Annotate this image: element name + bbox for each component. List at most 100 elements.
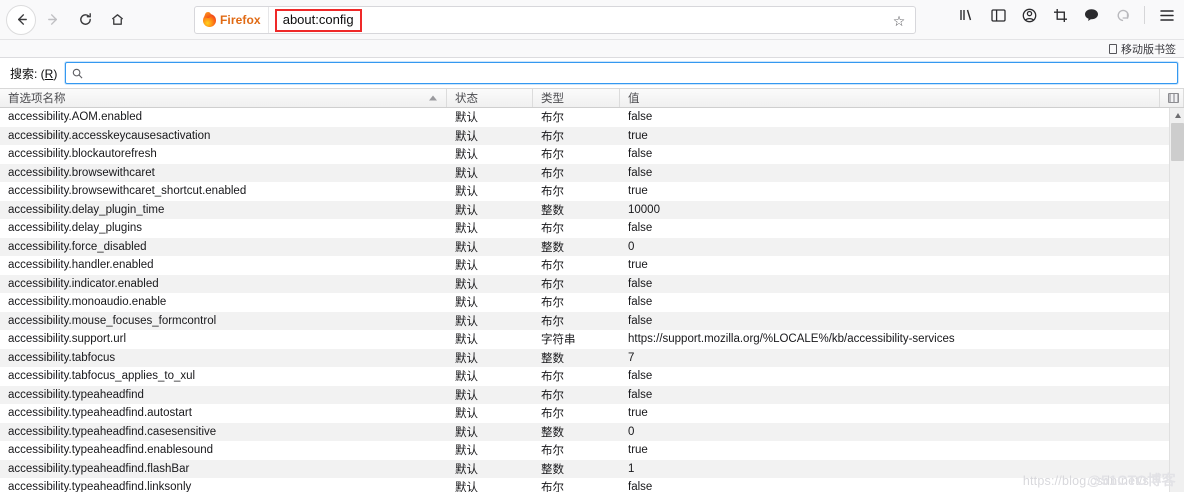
bookmark-item-mobile[interactable]: 移动版书签 xyxy=(1109,41,1176,57)
cell-value: 10000 xyxy=(628,203,660,216)
cell-name: accessibility.typeaheadfind.linksonly xyxy=(8,481,192,492)
reload-button[interactable] xyxy=(70,5,100,35)
cell-type: 布尔 xyxy=(541,482,564,492)
table-row[interactable]: accessibility.typeaheadfind.casesensitiv… xyxy=(0,422,1184,441)
table-row[interactable]: accessibility.delay_plugin_time 默认 整数 10000 xyxy=(0,200,1184,219)
table-row[interactable]: accessibility.browsewithcaret_shortcut.e… xyxy=(0,182,1184,201)
cell-value: false xyxy=(628,111,653,124)
cell-name: accessibility.typeaheadfind.autostart xyxy=(8,407,192,420)
forward-button[interactable] xyxy=(38,5,68,35)
table-row[interactable]: accessibility.mouse_focuses_formcontrol 默… xyxy=(0,311,1184,330)
cell-value: true xyxy=(628,444,648,457)
account-icon[interactable] xyxy=(1020,6,1038,24)
cell-type: 布尔 xyxy=(541,297,564,310)
cell-state: 默认 xyxy=(455,371,478,384)
sync-icon[interactable] xyxy=(1113,6,1131,24)
table-row[interactable]: accessibility.handler.enabled 默认 布尔 true xyxy=(0,256,1184,275)
cell-type: 布尔 xyxy=(541,186,564,199)
cell-value: 7 xyxy=(628,351,635,364)
chat-icon[interactable] xyxy=(1082,6,1100,24)
screenshot-icon[interactable] xyxy=(1051,6,1069,24)
cell-name: accessibility.browsewithcaret xyxy=(8,166,155,179)
cell-state: 默认 xyxy=(455,426,478,439)
column-picker-button[interactable] xyxy=(1160,89,1184,107)
cell-type: 整数 xyxy=(541,204,564,217)
cell-state: 默认 xyxy=(455,186,478,199)
home-button[interactable] xyxy=(102,5,132,35)
sidebar-icon[interactable] xyxy=(989,6,1007,24)
vertical-scrollbar[interactable] xyxy=(1169,108,1184,492)
cell-state: 默认 xyxy=(455,315,478,328)
cell-name: accessibility.indicator.enabled xyxy=(8,277,159,290)
cell-value: false xyxy=(628,296,653,309)
scrollbar-thumb[interactable] xyxy=(1171,123,1184,161)
table-row[interactable]: accessibility.support.url 默认 字符串 https://su… xyxy=(0,330,1184,349)
table-row[interactable]: accessibility.typeaheadfind.enablesound 默… xyxy=(0,441,1184,460)
column-header-type[interactable]: 类型 xyxy=(533,89,620,107)
table-row[interactable]: accessibility.tabfocus 默认 整数 7 xyxy=(0,348,1184,367)
scroll-up-button[interactable] xyxy=(1170,108,1184,123)
cell-value: false xyxy=(628,388,653,401)
table-row[interactable]: accessibility.blockautorefresh 默认 布尔 false xyxy=(0,145,1184,164)
column-header-value[interactable]: 值 xyxy=(620,89,1160,107)
table-row[interactable]: accessibility.typeaheadfind 默认 布尔 false xyxy=(0,385,1184,404)
arrow-left-icon xyxy=(17,14,27,25)
table-row[interactable]: accessibility.indicator.enabled 默认 布尔 false xyxy=(0,274,1184,293)
cell-name: accessibility.browsewithcaret_shortcut.e… xyxy=(8,185,247,198)
bookmarks-toolbar: 移动版书签 xyxy=(0,40,1184,58)
cell-state: 默认 xyxy=(455,223,478,236)
cell-name: accessibility.delay_plugins xyxy=(8,222,143,235)
back-button[interactable] xyxy=(6,4,36,35)
column-header-state-label: 状态 xyxy=(455,93,478,105)
search-field[interactable] xyxy=(65,62,1178,84)
table-row[interactable]: accessibility.AOM.enabled 默认 布尔 false xyxy=(0,108,1184,127)
cell-type: 布尔 xyxy=(541,149,564,162)
arrow-right-icon xyxy=(47,14,57,25)
cell-value: 1 xyxy=(628,462,635,475)
cell-type: 布尔 xyxy=(541,130,564,143)
table-header-row: 首选项名称 状态 类型 值 xyxy=(0,88,1184,108)
column-picker-icon xyxy=(1168,93,1179,103)
cell-value: false xyxy=(628,148,653,161)
cell-state: 默认 xyxy=(455,204,478,217)
column-header-name[interactable]: 首选项名称 xyxy=(0,89,447,107)
search-label: 搜索: (R) xyxy=(10,65,57,82)
cell-type: 字符串 xyxy=(541,334,576,347)
cell-name: accessibility.typeaheadfind.casesensitiv… xyxy=(8,425,217,438)
search-input[interactable] xyxy=(88,66,1171,80)
table-row[interactable]: accessibility.monoaudio.enable 默认 布尔 false xyxy=(0,293,1184,312)
cell-state: 默认 xyxy=(455,260,478,273)
cell-name: accessibility.blockautorefresh xyxy=(8,148,157,161)
bookmark-star-icon[interactable]: ☆ xyxy=(889,11,909,31)
table-row[interactable]: accessibility.typeaheadfind.autostart 默认 布… xyxy=(0,404,1184,423)
table-row[interactable]: accessibility.force_disabled 默认 整数 0 xyxy=(0,237,1184,256)
url-text[interactable]: about:config xyxy=(274,8,362,32)
cell-state: 默认 xyxy=(455,278,478,291)
cell-type: 布尔 xyxy=(541,408,564,421)
cell-value: false xyxy=(628,370,653,383)
cell-type: 整数 xyxy=(541,463,564,476)
menu-icon[interactable] xyxy=(1158,6,1176,24)
table-row[interactable]: accessibility.typeaheadfind.linksonly 默认 布… xyxy=(0,478,1184,492)
mobile-device-icon xyxy=(1109,43,1117,54)
table-row[interactable]: accessibility.delay_plugins 默认 布尔 false xyxy=(0,219,1184,238)
cell-name: accessibility.support.url xyxy=(8,333,127,346)
cell-type: 整数 xyxy=(541,352,564,365)
cell-value: true xyxy=(628,129,648,142)
cell-type: 布尔 xyxy=(541,371,564,384)
bookmark-item-label: 移动版书签 xyxy=(1121,43,1176,56)
table-row[interactable]: accessibility.tabfocus_applies_to_xul 默认 布… xyxy=(0,367,1184,386)
table-row[interactable]: accessibility.browsewithcaret 默认 布尔 false xyxy=(0,163,1184,182)
table-row[interactable]: accessibility.accesskeycausesactivation 默… xyxy=(0,126,1184,145)
column-header-name-label: 首选项名称 xyxy=(8,93,66,105)
column-header-state[interactable]: 状态 xyxy=(447,89,533,107)
url-bar[interactable]: Firefox about:config ☆ xyxy=(194,6,916,34)
library-icon[interactable] xyxy=(958,6,976,24)
cell-name: accessibility.handler.enabled xyxy=(8,259,154,272)
cell-name: accessibility.typeaheadfind xyxy=(8,388,144,401)
column-header-value-label: 值 xyxy=(628,93,640,105)
cell-name: accessibility.typeaheadfind.enablesound xyxy=(8,444,214,457)
table-row[interactable]: accessibility.typeaheadfind.flashBar 默认 整数… xyxy=(0,459,1184,478)
column-header-type-label: 类型 xyxy=(541,93,564,105)
home-icon xyxy=(111,14,123,25)
